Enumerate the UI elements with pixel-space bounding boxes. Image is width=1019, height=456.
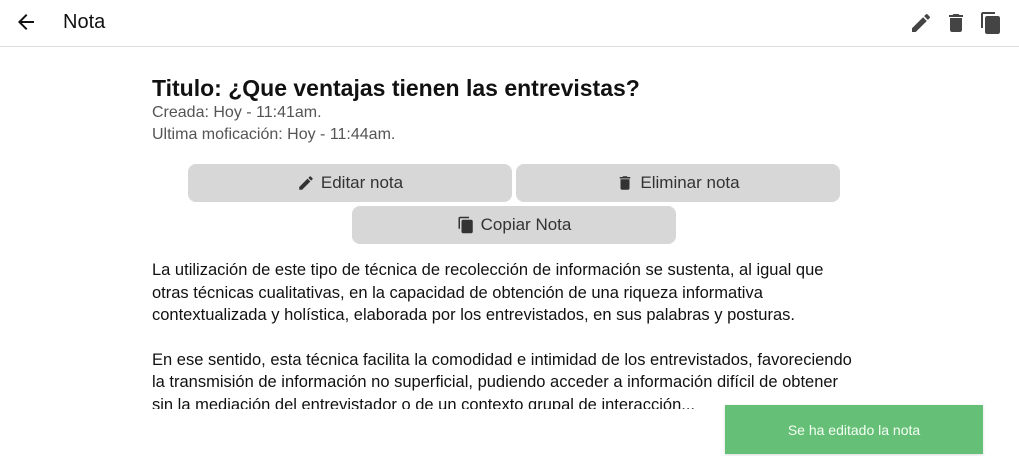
delete-button-top[interactable] [944,11,968,35]
toast-notification: Se ha editado la nota [725,405,983,454]
back-button[interactable] [13,10,39,34]
edit-button-top[interactable] [909,11,933,35]
edit-note-label: Editar nota [320,173,404,192]
copy-note-label: Copiar Nota [480,215,572,234]
arrow-left-icon [18,14,34,30]
note-body: La utilización de este tipo de técnica d… [152,259,862,409]
page-title: Nota [63,11,106,33]
pencil-icon [299,176,313,190]
note-header: Titulo: ¿Que ventajas tienen las entrevi… [152,74,862,146]
note-paragraph: En ese sentido, esta técnica facilita la… [152,350,852,410]
top-bar: Nota [0,0,1019,47]
delete-note-button[interactable]: Eliminar nota [516,164,840,202]
copy-note-button[interactable]: Copiar Nota [352,206,676,244]
note-title: Titulo: ¿Que ventajas tienen las entrevi… [152,75,640,101]
note-meta: Creada: Hoy - 11:41am. Ultima moficación… [152,102,862,146]
trash-icon [949,14,963,32]
note-paragraph: La utilización de este tipo de técnica d… [152,261,824,324]
created-date: Creada: Hoy - 11:41am. [152,104,322,121]
delete-note-label: Eliminar nota [640,173,740,192]
copy-icon [981,12,1000,34]
trash-icon [620,176,631,190]
edit-note-button[interactable]: Editar nota [188,164,512,202]
modified-date: Ultima moficación: Hoy - 11:44am. [152,126,396,143]
copy-icon [458,216,473,234]
pencil-icon [912,13,931,33]
copy-button-top[interactable] [979,11,1003,35]
